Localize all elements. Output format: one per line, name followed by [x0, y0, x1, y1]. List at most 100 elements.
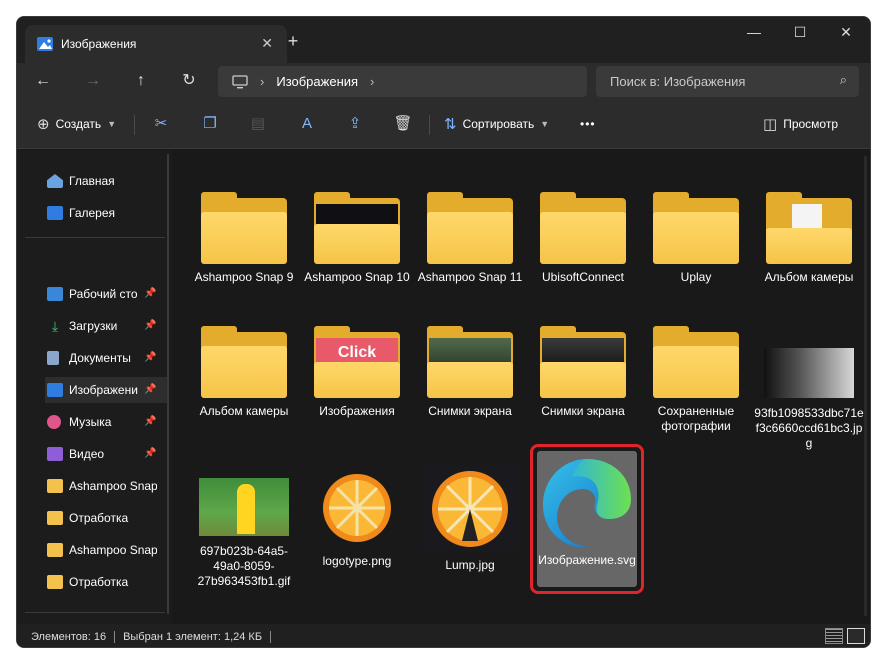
folder-item[interactable]: Сохраненные фотографии [641, 326, 751, 434]
breadcrumb-chevron-icon[interactable]: › [370, 74, 374, 89]
image-item[interactable]: 93fb1098533dbc71ef3c6660ccd61bc3.jpg [754, 332, 864, 451]
sidebar-item-ashampoo-snap[interactable]: Ashampoo Snap [47, 473, 157, 499]
folder-item[interactable]: Click Изображения [302, 326, 412, 419]
image-thumbnail [764, 348, 854, 398]
item-label: Ashampoo Snap 11 [417, 270, 523, 284]
sidebar-item-label: Отработка [69, 511, 129, 525]
folder-item[interactable]: Снимки экрана [528, 326, 638, 419]
sidebar-item-label: Отработка [69, 575, 129, 589]
sort-button[interactable]: ⇅ Сортировать ▼ [444, 112, 549, 136]
folder-icon [201, 192, 287, 264]
desktop-icon [47, 287, 63, 301]
address-bar[interactable]: › Изображения › [218, 66, 587, 97]
create-label: Создать [55, 117, 102, 131]
item-label: Uplay [680, 270, 712, 284]
navigation-pane: Главная Галерея Рабочий сто 📌 ⤓ Загрузки… [17, 150, 172, 624]
sidebar-item-ashampoo-snap-2[interactable]: Ashampoo Snap [47, 537, 157, 563]
folder-item[interactable]: Ashampoo Snap 11 [415, 192, 525, 285]
sidebar-item-label: Видео [69, 447, 105, 461]
share-icon[interactable]: ⇪ [342, 111, 368, 137]
up-button[interactable]: ↑ [127, 69, 155, 93]
chevron-down-icon: ▼ [107, 119, 117, 129]
back-button[interactable]: ← [29, 69, 57, 93]
image-item[interactable]: logotype.png [302, 466, 412, 569]
tab-close-icon[interactable]: ✕ [261, 35, 273, 52]
more-options-button[interactable]: ••• [580, 112, 596, 136]
sidebar-item-music[interactable]: Музыка [47, 409, 157, 435]
pin-icon[interactable]: 📌 [144, 288, 156, 299]
sidebar-item-home[interactable]: Главная [47, 168, 157, 194]
forward-button[interactable]: → [79, 69, 107, 93]
folder-item[interactable]: Альбом камеры [189, 326, 299, 419]
tab-pictures[interactable]: Изображения ✕ [25, 25, 287, 63]
folder-item[interactable]: Uplay [641, 192, 751, 285]
video-icon [47, 447, 63, 461]
folder-icon [766, 192, 852, 264]
content-scrollbar[interactable] [864, 156, 867, 616]
sidebar-scrollbar[interactable] [167, 154, 169, 614]
orange-slice-icon [432, 471, 508, 547]
sidebar-item-otrabotka[interactable]: Отработка [47, 505, 157, 531]
folder-item[interactable]: Ashampoo Snap 10 [302, 192, 412, 285]
folder-item[interactable]: Альбом камеры [754, 192, 864, 285]
add-circle-icon: ⊕ [37, 116, 50, 133]
folder-item[interactable]: UbisoftConnect [528, 192, 638, 285]
cut-icon[interactable]: ✂ [148, 111, 174, 137]
large-icons-view-icon[interactable] [847, 628, 865, 644]
search-icon: ⌕ [839, 72, 847, 87]
breadcrumb-chevron-icon[interactable]: › [260, 74, 264, 89]
item-label: Альбом камеры [764, 270, 854, 284]
refresh-button[interactable]: ↻ [175, 69, 203, 93]
sidebar-item-label: Ashampoo Snap [69, 543, 157, 557]
image-thumbnail [199, 478, 289, 536]
sidebar-divider [25, 612, 165, 613]
pictures-icon [47, 383, 63, 397]
music-icon [47, 415, 61, 429]
tab-title: Изображения [61, 37, 137, 51]
copy-icon[interactable]: ❐ [197, 111, 223, 137]
sidebar-item-label: Загрузки [69, 319, 118, 333]
paste-icon[interactable]: ▤ [245, 111, 271, 137]
folder-icon [47, 479, 63, 493]
preview-pane-button[interactable]: ◫ Просмотр [763, 112, 838, 136]
sidebar-item-documents[interactable]: Документы [47, 345, 157, 371]
image-item-selected[interactable]: Изображение.svg [530, 444, 644, 594]
file-list: Ashampoo Snap 9 Ashampoo Snap 10 Ashampo… [174, 150, 870, 624]
details-view-icon[interactable] [825, 628, 843, 644]
breadcrumb-pictures[interactable]: Изображения [276, 74, 358, 89]
folder-item[interactable]: Снимки экрана [415, 326, 525, 419]
sidebar-item-otrabotka-2[interactable]: Отработка [47, 569, 157, 595]
documents-icon [47, 351, 59, 365]
folder-icon [47, 543, 63, 557]
computer-icon [232, 74, 248, 88]
create-button[interactable]: ⊕ Создать ▼ [37, 112, 116, 136]
minimize-button[interactable]: — [731, 17, 777, 49]
image-item[interactable]: 697b023b-64a5-49a0-8059-27b963453fb1.gif [189, 466, 299, 589]
sidebar-item-gallery[interactable]: Галерея [47, 200, 157, 226]
explorer-window: Изображения ✕ + — ☐ ✕ ← → ↑ ↻ › Изображе… [16, 16, 871, 648]
preview-pane-icon: ◫ [763, 116, 778, 133]
image-item[interactable]: Lump.jpg [415, 466, 525, 573]
item-label: Сохраненные фотографии [657, 404, 735, 433]
toolbar-divider [429, 115, 430, 135]
pin-icon[interactable]: 📌 [144, 448, 156, 459]
folder-icon [540, 326, 626, 398]
pin-icon[interactable]: 📌 [144, 384, 156, 395]
rename-icon[interactable]: A [294, 111, 320, 137]
search-input[interactable]: Поиск в: Изображения ⌕ [596, 66, 859, 97]
item-count: Элементов: 16 [31, 630, 107, 643]
pin-icon[interactable]: 📌 [144, 416, 156, 427]
status-divider [114, 630, 116, 643]
close-window-button[interactable]: ✕ [823, 17, 869, 49]
sidebar-item-desktop[interactable]: Рабочий сто [47, 281, 157, 307]
pin-icon[interactable]: 📌 [144, 320, 156, 331]
sidebar-item-video[interactable]: Видео [47, 441, 157, 467]
folder-icon [201, 326, 287, 398]
sidebar-item-downloads[interactable]: ⤓ Загрузки [47, 313, 157, 339]
item-label: Изображение.svg [538, 553, 636, 567]
new-tab-button[interactable]: + [279, 27, 307, 55]
folder-item[interactable]: Ashampoo Snap 9 [189, 192, 299, 285]
maximize-button[interactable]: ☐ [777, 17, 823, 49]
pin-icon[interactable]: 📌 [144, 352, 156, 363]
delete-icon[interactable]: 🗑 [390, 111, 416, 137]
